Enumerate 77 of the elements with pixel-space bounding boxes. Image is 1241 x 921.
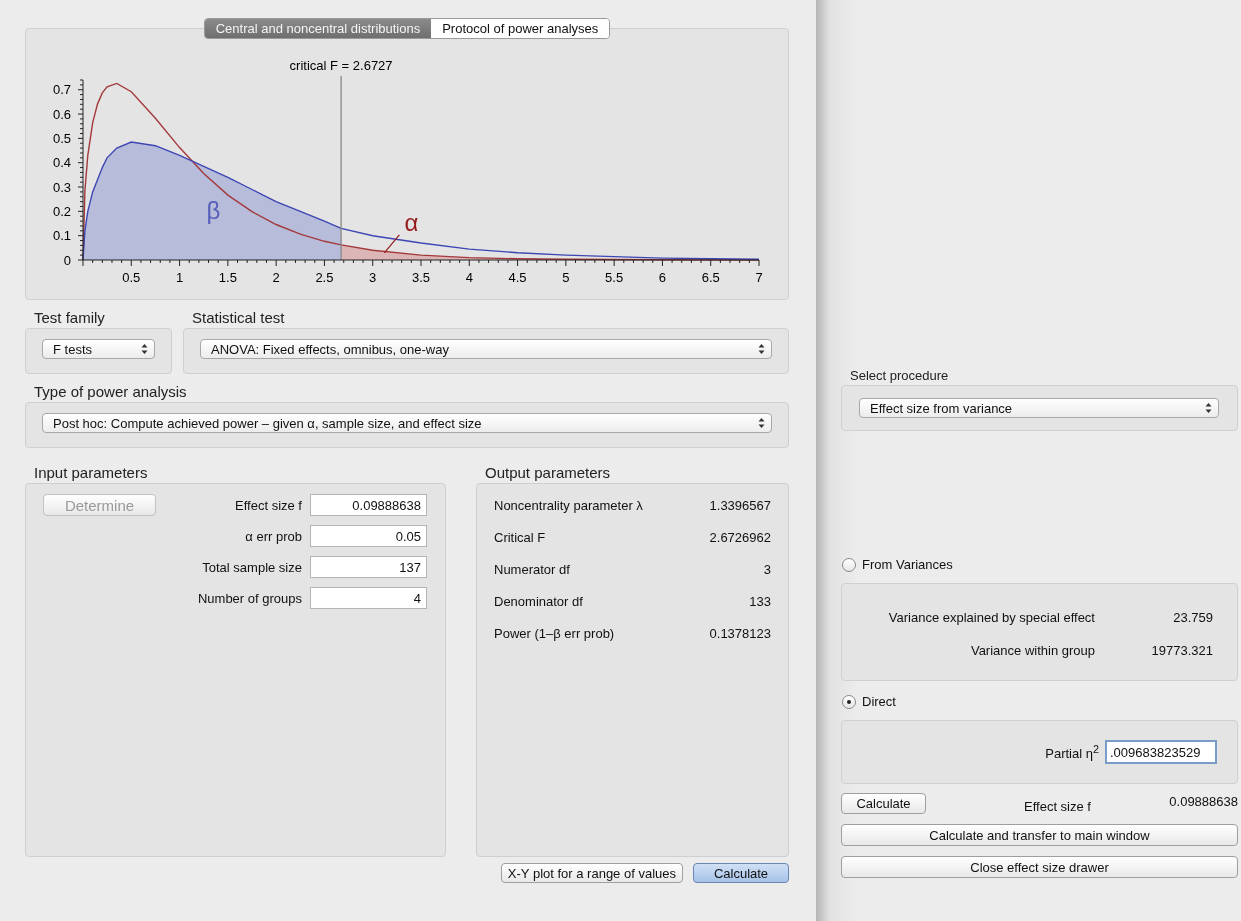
tab[interactable]: Protocol of power analyses — [431, 19, 610, 38]
output-value: 133 — [749, 594, 771, 611]
variance-value: 23.759 — [1172, 610, 1213, 627]
tick-label: 0.2 — [52, 203, 71, 219]
action-button[interactable]: X-Y plot for a range of values — [500, 863, 683, 883]
group-label: Test family — [33, 309, 106, 328]
group-label: Statistical test — [191, 309, 286, 328]
output-value: 3 — [763, 562, 771, 579]
tick-label: 0.5 — [52, 130, 71, 146]
input-field[interactable]: 4 — [310, 587, 427, 609]
input-field[interactable]: .009683823529 — [1105, 740, 1217, 764]
updown-arrows-icon — [758, 344, 765, 354]
output-label: Numerator df — [494, 562, 570, 579]
beta-label: β — [206, 196, 221, 224]
field-label: Partial η$^{2}$ — [1045, 742, 1099, 762]
tick-label: 2.5 — [315, 270, 334, 285]
tick-label: 0.4 — [52, 155, 71, 171]
tick-label: 0.6 — [52, 106, 71, 122]
field-label: Number of groups — [196, 590, 302, 606]
group-label: Output parameters — [484, 464, 612, 483]
tick-label: 6.5 — [701, 270, 720, 285]
radio-button[interactable] — [842, 557, 856, 572]
tick-label: 3 — [369, 270, 377, 285]
radio-label: Direct — [862, 694, 896, 709]
tick-label: 5 — [562, 270, 570, 285]
action-button[interactable]: Calculate — [693, 863, 789, 883]
updown-arrows-icon — [758, 418, 765, 428]
drawer-button[interactable]: Calculate and transfer to main window — [841, 824, 1238, 846]
tab[interactable]: Central and noncentral distributions — [204, 19, 432, 38]
tick-label: 0.1 — [52, 228, 71, 244]
output-label: Noncentrality parameter λ — [494, 498, 643, 515]
power-analysis-dropdown[interactable]: Post hoc: Compute achieved power – given α, sample size, and effect size — [42, 413, 772, 433]
output-label: Critical F — [494, 530, 546, 547]
group-label: Input parameters — [33, 464, 149, 483]
input-field[interactable]: 0.09888638 — [310, 494, 427, 516]
effect-size-value: 0.09888638 — [1169, 794, 1238, 809]
tick-label: 5.5 — [605, 270, 624, 285]
output-value: 2.6726962 — [709, 530, 771, 547]
input-field[interactable]: 137 — [310, 556, 427, 578]
tick-label: 0 — [63, 252, 71, 268]
field-label: α err prob — [244, 528, 302, 544]
variance-value: 19773.321 — [1150, 643, 1213, 660]
tick-label: 0.7 — [52, 82, 71, 98]
tick-label: 0.3 — [52, 179, 71, 195]
output-value: 0.1378123 — [709, 626, 771, 643]
radio-label: From Variances — [862, 557, 953, 572]
tick-label: 2 — [272, 270, 280, 285]
drawer-button[interactable]: Close effect size drawer — [841, 856, 1238, 878]
output-value: 1.3396567 — [709, 498, 771, 515]
updown-arrows-icon — [1205, 403, 1212, 413]
leader-line — [383, 234, 400, 254]
calculate-button[interactable]: Calculate — [841, 793, 926, 814]
critical-f-label: critical F = 2.6727 — [289, 58, 393, 73]
tick-label: 6 — [658, 270, 667, 285]
tick-label: 0.5 — [122, 270, 141, 285]
tick-label: 4 — [465, 270, 473, 285]
effect-size-label: Effect size f — [1024, 799, 1091, 814]
group-label: Select procedure — [849, 368, 950, 385]
updown-arrows-icon — [141, 344, 148, 354]
field-label: Effect size f — [234, 497, 302, 513]
alpha-label: α — [404, 208, 419, 236]
output-label: Power (1–β err prob) — [494, 626, 615, 643]
group-label: Type of power analysis — [33, 383, 188, 402]
input-field[interactable]: 0.05 — [310, 525, 427, 547]
variance-label: Variance within group — [969, 643, 1095, 660]
tick-label: 4.5 — [508, 270, 527, 285]
tick-label: 7 — [755, 270, 763, 285]
statistical-test-dropdown[interactable]: ANOVA: Fixed effects, omnibus, one-way — [200, 339, 772, 359]
tick-label: 1 — [175, 270, 184, 285]
test-family-dropdown[interactable]: F tests — [42, 339, 155, 359]
tick-label: 3.5 — [411, 270, 431, 285]
field-label: Total sample size — [201, 559, 302, 575]
variance-label: Variance explained by special effect — [887, 610, 1095, 627]
tick-label: 1.5 — [218, 270, 237, 285]
procedure-dropdown[interactable]: Effect size from variance — [859, 398, 1219, 418]
radio-button[interactable] — [842, 694, 856, 709]
output-label: Denominator df — [494, 594, 583, 611]
